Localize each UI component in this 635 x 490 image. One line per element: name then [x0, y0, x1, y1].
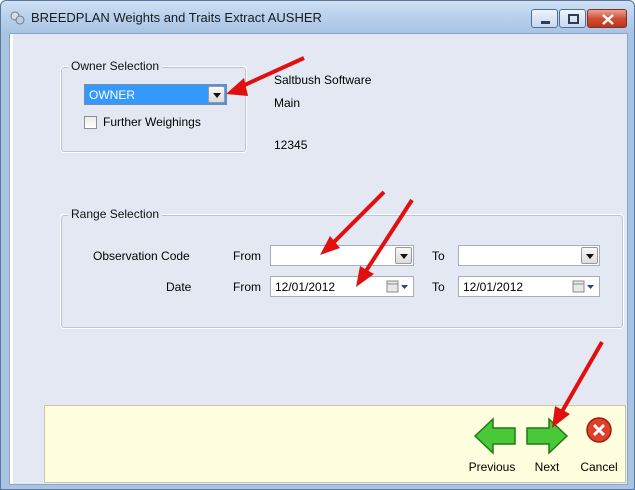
calendar-dropdown-icon[interactable]	[386, 279, 410, 294]
chevron-down-icon[interactable]	[395, 247, 412, 264]
observation-code-to-select[interactable]	[458, 245, 600, 266]
arrow-right-icon	[526, 417, 569, 455]
arrow-left-icon	[473, 417, 516, 455]
cancel-label: Cancel	[580, 460, 618, 474]
obs-from-label: From	[233, 249, 261, 263]
chevron-down-icon[interactable]	[581, 247, 598, 264]
left-divider	[10, 34, 13, 484]
owner-name: Saltbush Software	[274, 73, 372, 87]
range-selection-legend: Range Selection	[68, 207, 163, 221]
maximize-button[interactable]	[559, 9, 586, 28]
minimize-icon	[541, 21, 550, 24]
close-button[interactable]	[587, 9, 627, 28]
maximize-icon	[568, 14, 579, 24]
further-weighings-checkbox[interactable]	[84, 116, 97, 129]
previous-button[interactable]: Previous	[464, 406, 520, 482]
date-to-picker[interactable]: 12/01/2012	[458, 276, 600, 297]
date-to-value[interactable]: 12/01/2012	[463, 280, 523, 294]
app-window: BREEDPLAN Weights and Traits Extract AUS…	[0, 0, 635, 490]
owner-selection-legend: Owner Selection	[68, 59, 163, 73]
close-icon	[602, 14, 614, 25]
date-from-value[interactable]: 12/01/2012	[275, 280, 335, 294]
date-from-label: From	[233, 280, 261, 294]
calendar-dropdown-icon[interactable]	[572, 279, 596, 294]
minimize-button[interactable]	[531, 9, 558, 28]
dialog-body: Owner Selection OWNER Further Weighings …	[9, 33, 628, 485]
wizard-button-panel: Previous Next Cancel	[44, 405, 626, 483]
owner-location: Main	[274, 96, 301, 110]
owner-selection-group: Owner Selection OWNER Further Weighings	[60, 59, 247, 153]
observation-code-from-select[interactable]	[270, 245, 414, 266]
cancel-button[interactable]: Cancel	[575, 406, 623, 482]
next-label: Next	[534, 460, 560, 474]
chevron-down-icon[interactable]	[208, 86, 225, 103]
owner-select[interactable]: OWNER	[84, 84, 227, 105]
date-from-picker[interactable]: 12/01/2012	[270, 276, 414, 297]
range-selection-group: Range Selection Observation Code From To…	[60, 207, 624, 329]
window-title: BREEDPLAN Weights and Traits Extract AUS…	[31, 10, 322, 25]
title-bar[interactable]: BREEDPLAN Weights and Traits Extract AUS…	[1, 1, 634, 33]
further-weighings-label[interactable]: Further Weighings	[103, 115, 201, 129]
cancel-icon	[586, 417, 612, 443]
next-button[interactable]: Next	[523, 406, 571, 482]
previous-label: Previous	[468, 460, 516, 474]
date-label: Date	[166, 280, 192, 294]
owner-id: 12345	[274, 138, 308, 152]
date-to-label: To	[432, 280, 445, 294]
owner-select-value: OWNER	[89, 88, 135, 102]
observation-code-label: Observation Code	[93, 249, 190, 263]
obs-to-label: To	[432, 249, 445, 263]
app-icon	[10, 11, 25, 25]
